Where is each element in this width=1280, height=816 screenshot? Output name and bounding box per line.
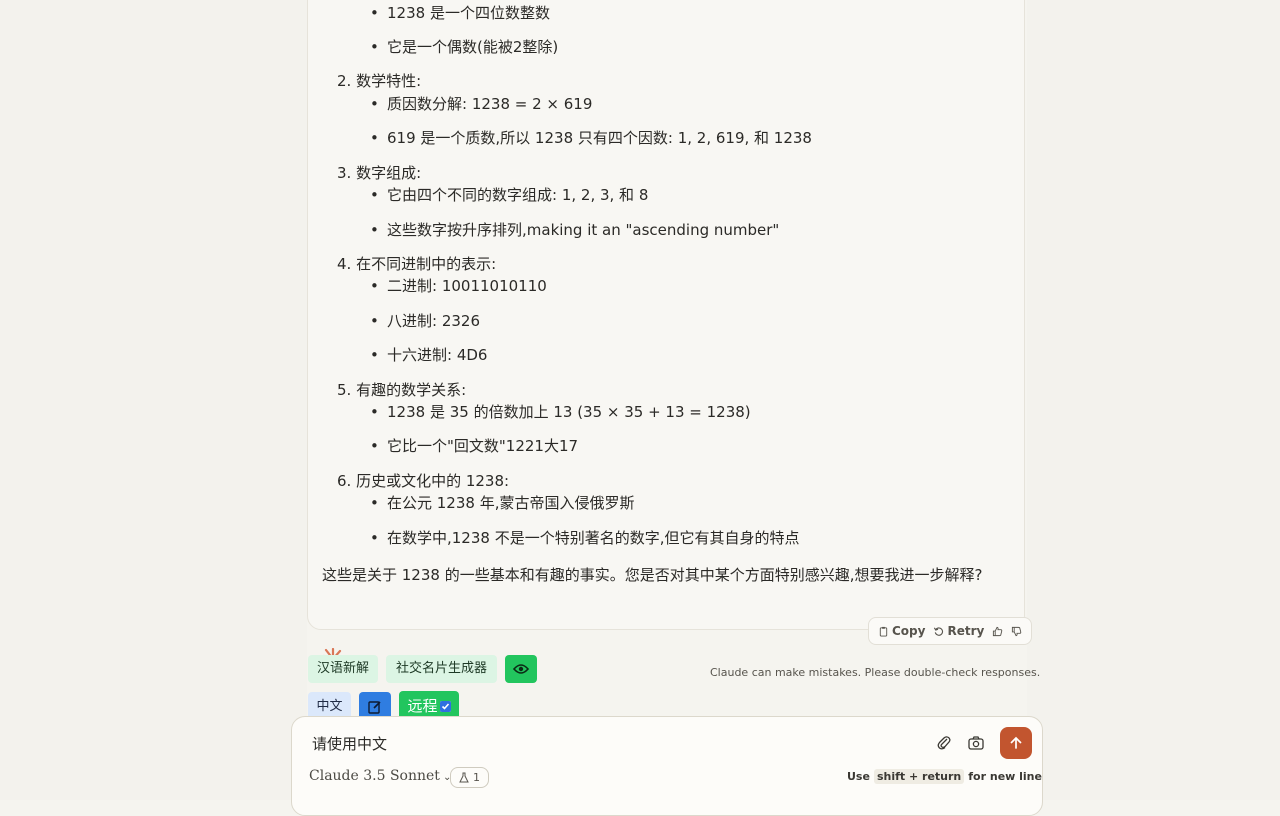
page-background-left [0,0,307,800]
copy-button[interactable]: Copy [869,624,929,638]
closing-paragraph: 这些是关于 1238 的一些基本和有趣的事实。您是否对其中某个方面特别感兴趣,想… [322,566,983,584]
message-actions: Copy Retry [868,617,1032,645]
thumbs-down-button[interactable] [1007,626,1026,637]
page-background-right [1027,0,1280,800]
section-title: 5. 有趣的数学关系: [337,381,467,399]
chip-social-card-generator[interactable]: 社交名片生成器 [386,655,497,683]
screenshot-button[interactable] [966,733,986,753]
section-title: 6. 历史或文化中的 1238: [337,472,510,490]
newline-hint: Use shift + return for new line [847,769,1042,784]
thumbs-down-icon [1012,626,1022,636]
message-composer [291,716,1043,816]
attach-button[interactable] [934,733,954,753]
thumbs-up-icon [993,626,1003,636]
flask-icon [459,772,469,783]
copy-label: Copy [892,624,926,638]
section-title: 3. 数字组成: [337,164,422,182]
send-arrow-icon [1010,736,1022,749]
model-selector[interactable]: Claude 3.5 Sonnet ⌄ [309,768,451,784]
send-button[interactable] [1000,727,1032,759]
tools-count: 1 [473,771,480,784]
model-name: Claude 3.5 Sonnet [309,768,440,784]
eye-button[interactable] [505,655,537,683]
retry-button[interactable]: Retry [929,624,988,638]
eye-icon [513,664,529,674]
paperclip-icon [937,736,951,750]
camera-icon [968,736,984,750]
edit-icon [368,701,381,714]
shortcut-key: shift + return [873,769,965,784]
remote-checkbox[interactable] [439,701,451,712]
chip-hanyu-xinjie[interactable]: 汉语新解 [308,655,378,683]
section-title: 4. 在不同进制中的表示: [337,255,497,273]
tools-button[interactable]: 1 [450,767,489,788]
thumbs-up-button[interactable] [988,626,1007,637]
copy-icon [879,626,888,637]
retry-label: Retry [947,624,985,638]
section-title: 2. 数学特性: [337,72,422,90]
retry-icon [934,626,944,636]
composer-input[interactable]: 请使用中文 [312,733,387,754]
disclaimer-text: Claude can make mistakes. Please double-… [710,666,1041,679]
